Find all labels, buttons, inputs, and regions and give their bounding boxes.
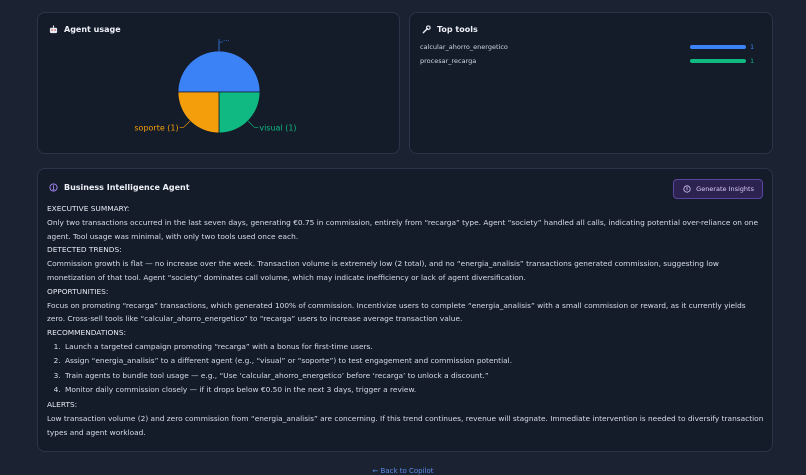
back-to-copilot-link[interactable]: ← Back to Copilot — [0, 467, 806, 475]
tool-count: 1 — [750, 43, 755, 51]
lightbulb-icon — [48, 182, 58, 192]
tool-name: calcular_ahorro_energetico — [420, 43, 508, 51]
tool-usage-bar — [690, 59, 746, 63]
generate-insights-label: Generate Insights — [696, 185, 754, 193]
executive-summary-text: Only two transactions occurred in the la… — [47, 217, 759, 241]
pie-label: visual (1) — [259, 123, 296, 132]
recommendation-item: Monitor daily commission closely — if it… — [63, 383, 765, 398]
opportunities-heading: OPPORTUNITIES: — [47, 286, 109, 296]
tool-row: calcular_ahorro_energetico 1 — [420, 42, 764, 52]
tool-count: 1 — [750, 57, 755, 65]
tool-name: procesar_recarga — [420, 57, 477, 65]
detected-trends-heading: DETECTED TRENDS: — [47, 245, 122, 255]
recommendation-item: Train agents to bundle tool usage — e.g.… — [63, 369, 765, 384]
tool-row: procesar_recarga 1 — [420, 56, 764, 66]
detected-trends-text: Commission growth is flat — no increase … — [47, 259, 719, 282]
wrench-icon — [421, 24, 431, 34]
pie-label-leader — [179, 120, 191, 128]
recommendation-item: Assign “energia_analisis” to a different… — [63, 354, 765, 369]
executive-summary-heading: EXECUTIVE SUMMARY: — [47, 204, 130, 213]
bi-agent-card: Business Intelligence Agent Generate Ins… — [37, 168, 773, 452]
bi-agent-header: Business Intelligence Agent — [48, 182, 190, 192]
opportunities-text: Focus on promoting “recarga” transaction… — [47, 300, 746, 324]
pie-label-leader — [218, 41, 223, 51]
top-tools-card: Top tools calcular_ahorro_energetico 1 p… — [409, 12, 773, 154]
top-tools-title: Top tools — [437, 24, 478, 34]
tool-usage-bar — [690, 45, 746, 49]
recommendations-list: Launch a targeted campaign promoting “re… — [47, 340, 765, 398]
bi-agent-title: Business Intelligence Agent — [64, 182, 190, 192]
agent-usage-pie-chart: visual (1) soporte (1)... — [134, 35, 297, 134]
pie-label: soporte (1) — [134, 123, 178, 132]
pie-label-leader — [247, 120, 259, 128]
pie-label-top: ... — [223, 35, 230, 43]
generate-insights-button[interactable]: Generate Insights — [673, 179, 763, 199]
agent-usage-card: Agent usage visual (1) soporte (1)... — [37, 12, 400, 154]
pie-slice-society[interactable] — [177, 50, 261, 93]
top-tools-header: Top tools — [421, 24, 478, 34]
recommendation-item: Launch a targeted campaign promoting “re… — [63, 340, 765, 355]
recommendations-heading: RECOMMENDATIONS: — [47, 328, 126, 338]
lightbulb-icon — [682, 184, 692, 194]
alerts-text: Low transaction volume (2) and zero comm… — [47, 413, 764, 437]
alerts-heading: ALERTS: — [47, 399, 78, 409]
insights-report: EXECUTIVE SUMMARY: Only two transactions… — [47, 202, 765, 439]
